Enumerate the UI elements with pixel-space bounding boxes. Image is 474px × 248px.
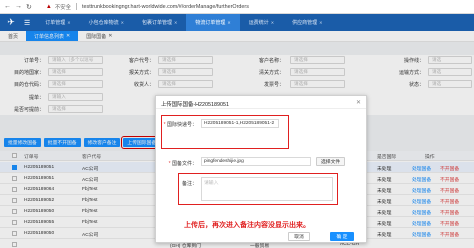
topnav-label: 物流订单管理 [195,20,226,26]
upload-modal: 上传国际国备-H2205189051 ✕ * 国际快递号： H220518905… [155,95,367,243]
topnav-item-0[interactable]: 订单管理 ✕ [36,14,79,31]
topnav-label: 订单管理 [45,20,66,26]
modal-header: 上传国际国备-H2205189051 ✕ [156,96,366,109]
close-icon[interactable]: ✕ [356,99,361,106]
app-header: ✈ ☰ 订单管理 ✕ 小包仓库物流 ✕ 包裹订单管理 ✕ 物流订单管理 ✕ 运费统计 ✕ 供应商管理… [0,14,474,31]
tab-close-icon[interactable]: ✕ [227,20,230,25]
annotation-text: 上传后，再次进入备注内容没显示出来。 [184,222,310,229]
annotation-box-order [161,115,289,149]
address-divider [76,3,78,10]
topnav-label: 小包仓库物流 [88,20,119,26]
topnav-label: 运费统计 [248,20,269,26]
annotation-box-remark [178,173,338,205]
address-bar[interactable]: ▲ 不安全 testtrunkbookingngr.hart-worldwide… [46,3,249,11]
tab-close-icon[interactable]: ✕ [271,20,274,25]
cancel-button[interactable]: 取消 [288,232,310,241]
back-arrow-icon[interactable]: ← [4,3,11,11]
warning-icon: ▲ [45,3,52,10]
tab-close-icon[interactable]: ✕ [121,20,124,25]
tab-close-icon[interactable]: ✕ [67,20,70,25]
topnav-item-2[interactable]: 包裹订单管理 ✕ [133,14,186,31]
topnav-item-4[interactable]: 运费统计 ✕ [240,14,283,31]
topnav-item-3[interactable]: 物流订单管理 ✕ [186,14,240,31]
forward-arrow-icon[interactable]: → [15,3,22,11]
topnav-label: 供应商管理 [292,20,318,26]
insecure-label: 不安全 [54,4,72,11]
reload-icon[interactable]: ↻ [26,3,32,11]
topnav-item-1[interactable]: 小包仓库物流 ✕ [80,14,133,31]
menu-collapse-icon[interactable]: ☰ [24,19,30,27]
choose-file-button[interactable]: 选择文件 [316,157,346,166]
url-text[interactable]: testtrunkbookingngr.hart-worldwide.com/#… [82,4,249,10]
browser-toolbar: ← → ↻ ▲ 不安全 testtrunkbookingngr.hart-wor… [0,0,474,14]
confirm-button[interactable]: 确 定 [330,232,354,241]
modal-title: 上传国际国备-H2205189051 [161,102,230,108]
tab-close-icon[interactable]: ✕ [319,20,322,25]
top-navigation: 订单管理 ✕ 小包仓库物流 ✕ 包裹订单管理 ✕ 物流订单管理 ✕ 运费统计 ✕ 供应商管理 ✕ [36,14,331,31]
file-name-field[interactable]: pingfendeshijie.jpg [201,157,311,166]
topnav-item-5[interactable]: 供应商管理 ✕ [283,14,331,31]
tab-close-icon[interactable]: ✕ [174,20,177,25]
topnav-label: 包裹订单管理 [142,20,173,26]
file-label: * 国备文件： [168,161,197,167]
app-logo-icon: ✈ [7,17,15,27]
